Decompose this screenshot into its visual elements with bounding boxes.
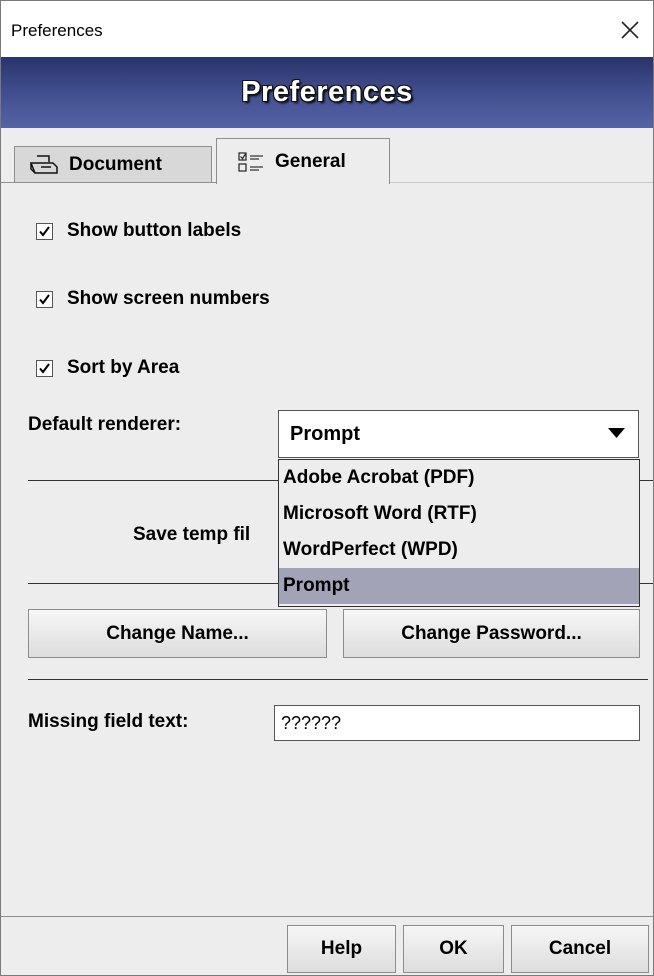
general-panel: Document General Show button labels Show… [1, 128, 653, 916]
show-button-labels-label: Show button labels [67, 220, 242, 241]
renderer-option-prompt[interactable]: Prompt [279, 568, 639, 604]
window-title: Preferences [11, 21, 103, 40]
separator [28, 583, 278, 584]
tab-document[interactable]: Document [14, 146, 212, 182]
tab-document-label: Document [69, 153, 162, 175]
cancel-button[interactable]: Cancel [511, 925, 649, 973]
help-button[interactable]: Help [287, 925, 396, 973]
header-banner: Preferences [1, 57, 653, 128]
show-button-labels-checkbox-row[interactable]: Show button labels [36, 220, 241, 242]
title-bar: Preferences [1, 1, 653, 57]
renderer-dropdown-list[interactable]: Adobe Acrobat (PDF) Microsoft Word (RTF)… [278, 459, 640, 607]
show-screen-numbers-label: Show screen numbers [67, 288, 270, 309]
preferences-window: Preferences Preferences Document General… [0, 0, 654, 976]
separator [28, 480, 278, 481]
tab-general-label: General [275, 150, 346, 172]
printer-icon [29, 154, 58, 174]
separator [28, 679, 648, 680]
renderer-option-wpd[interactable]: WordPerfect (WPD) [279, 532, 639, 568]
default-renderer-value: Prompt [290, 422, 360, 445]
close-icon [621, 21, 639, 39]
show-screen-numbers-checkbox[interactable] [36, 290, 53, 308]
tab-divider [1, 182, 216, 183]
checkmark-icon [39, 225, 50, 237]
sort-by-area-label: Sort by Area [67, 357, 180, 378]
tab-divider [390, 182, 653, 183]
save-temp-files-label: Save temp fil [133, 524, 251, 545]
missing-field-text-value: ?????? [281, 712, 342, 733]
change-password-button[interactable]: Change Password... [343, 609, 640, 658]
sort-by-area-checkbox[interactable] [36, 359, 53, 377]
tab-general[interactable]: General [216, 138, 390, 184]
button-bar: Help OK Cancel [1, 916, 653, 975]
show-screen-numbers-checkbox-row[interactable]: Show screen numbers [36, 288, 270, 310]
missing-field-text-input[interactable]: ?????? [274, 705, 640, 741]
chevron-down-icon [608, 428, 625, 438]
banner-title: Preferences [241, 76, 413, 108]
tab-strip: Document General [1, 128, 653, 184]
show-button-labels-checkbox[interactable] [36, 222, 53, 240]
checkmark-icon [39, 293, 50, 305]
sort-by-area-checkbox-row[interactable]: Sort by Area [36, 357, 179, 379]
change-name-button[interactable]: Change Name... [28, 609, 327, 658]
separator [640, 583, 653, 584]
ok-button[interactable]: OK [403, 925, 504, 973]
default-renderer-select[interactable]: Prompt [278, 410, 639, 458]
close-button[interactable] [613, 15, 647, 45]
renderer-option-rtf[interactable]: Microsoft Word (RTF) [279, 496, 639, 532]
checklist-icon [238, 151, 263, 172]
missing-field-text-label: Missing field text: [28, 711, 189, 732]
default-renderer-label: Default renderer: [28, 414, 182, 435]
separator [640, 480, 653, 481]
checkmark-icon [39, 362, 50, 374]
renderer-option-pdf[interactable]: Adobe Acrobat (PDF) [279, 460, 639, 496]
